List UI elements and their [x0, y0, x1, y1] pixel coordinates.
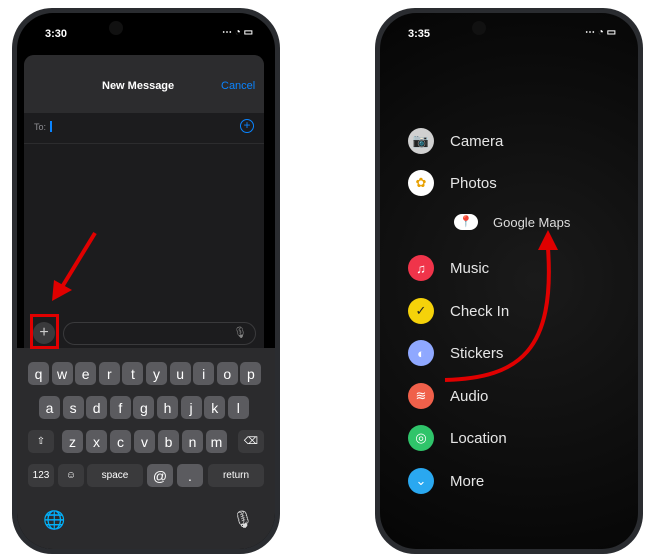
right-annotation-arrow	[444, 230, 558, 382]
